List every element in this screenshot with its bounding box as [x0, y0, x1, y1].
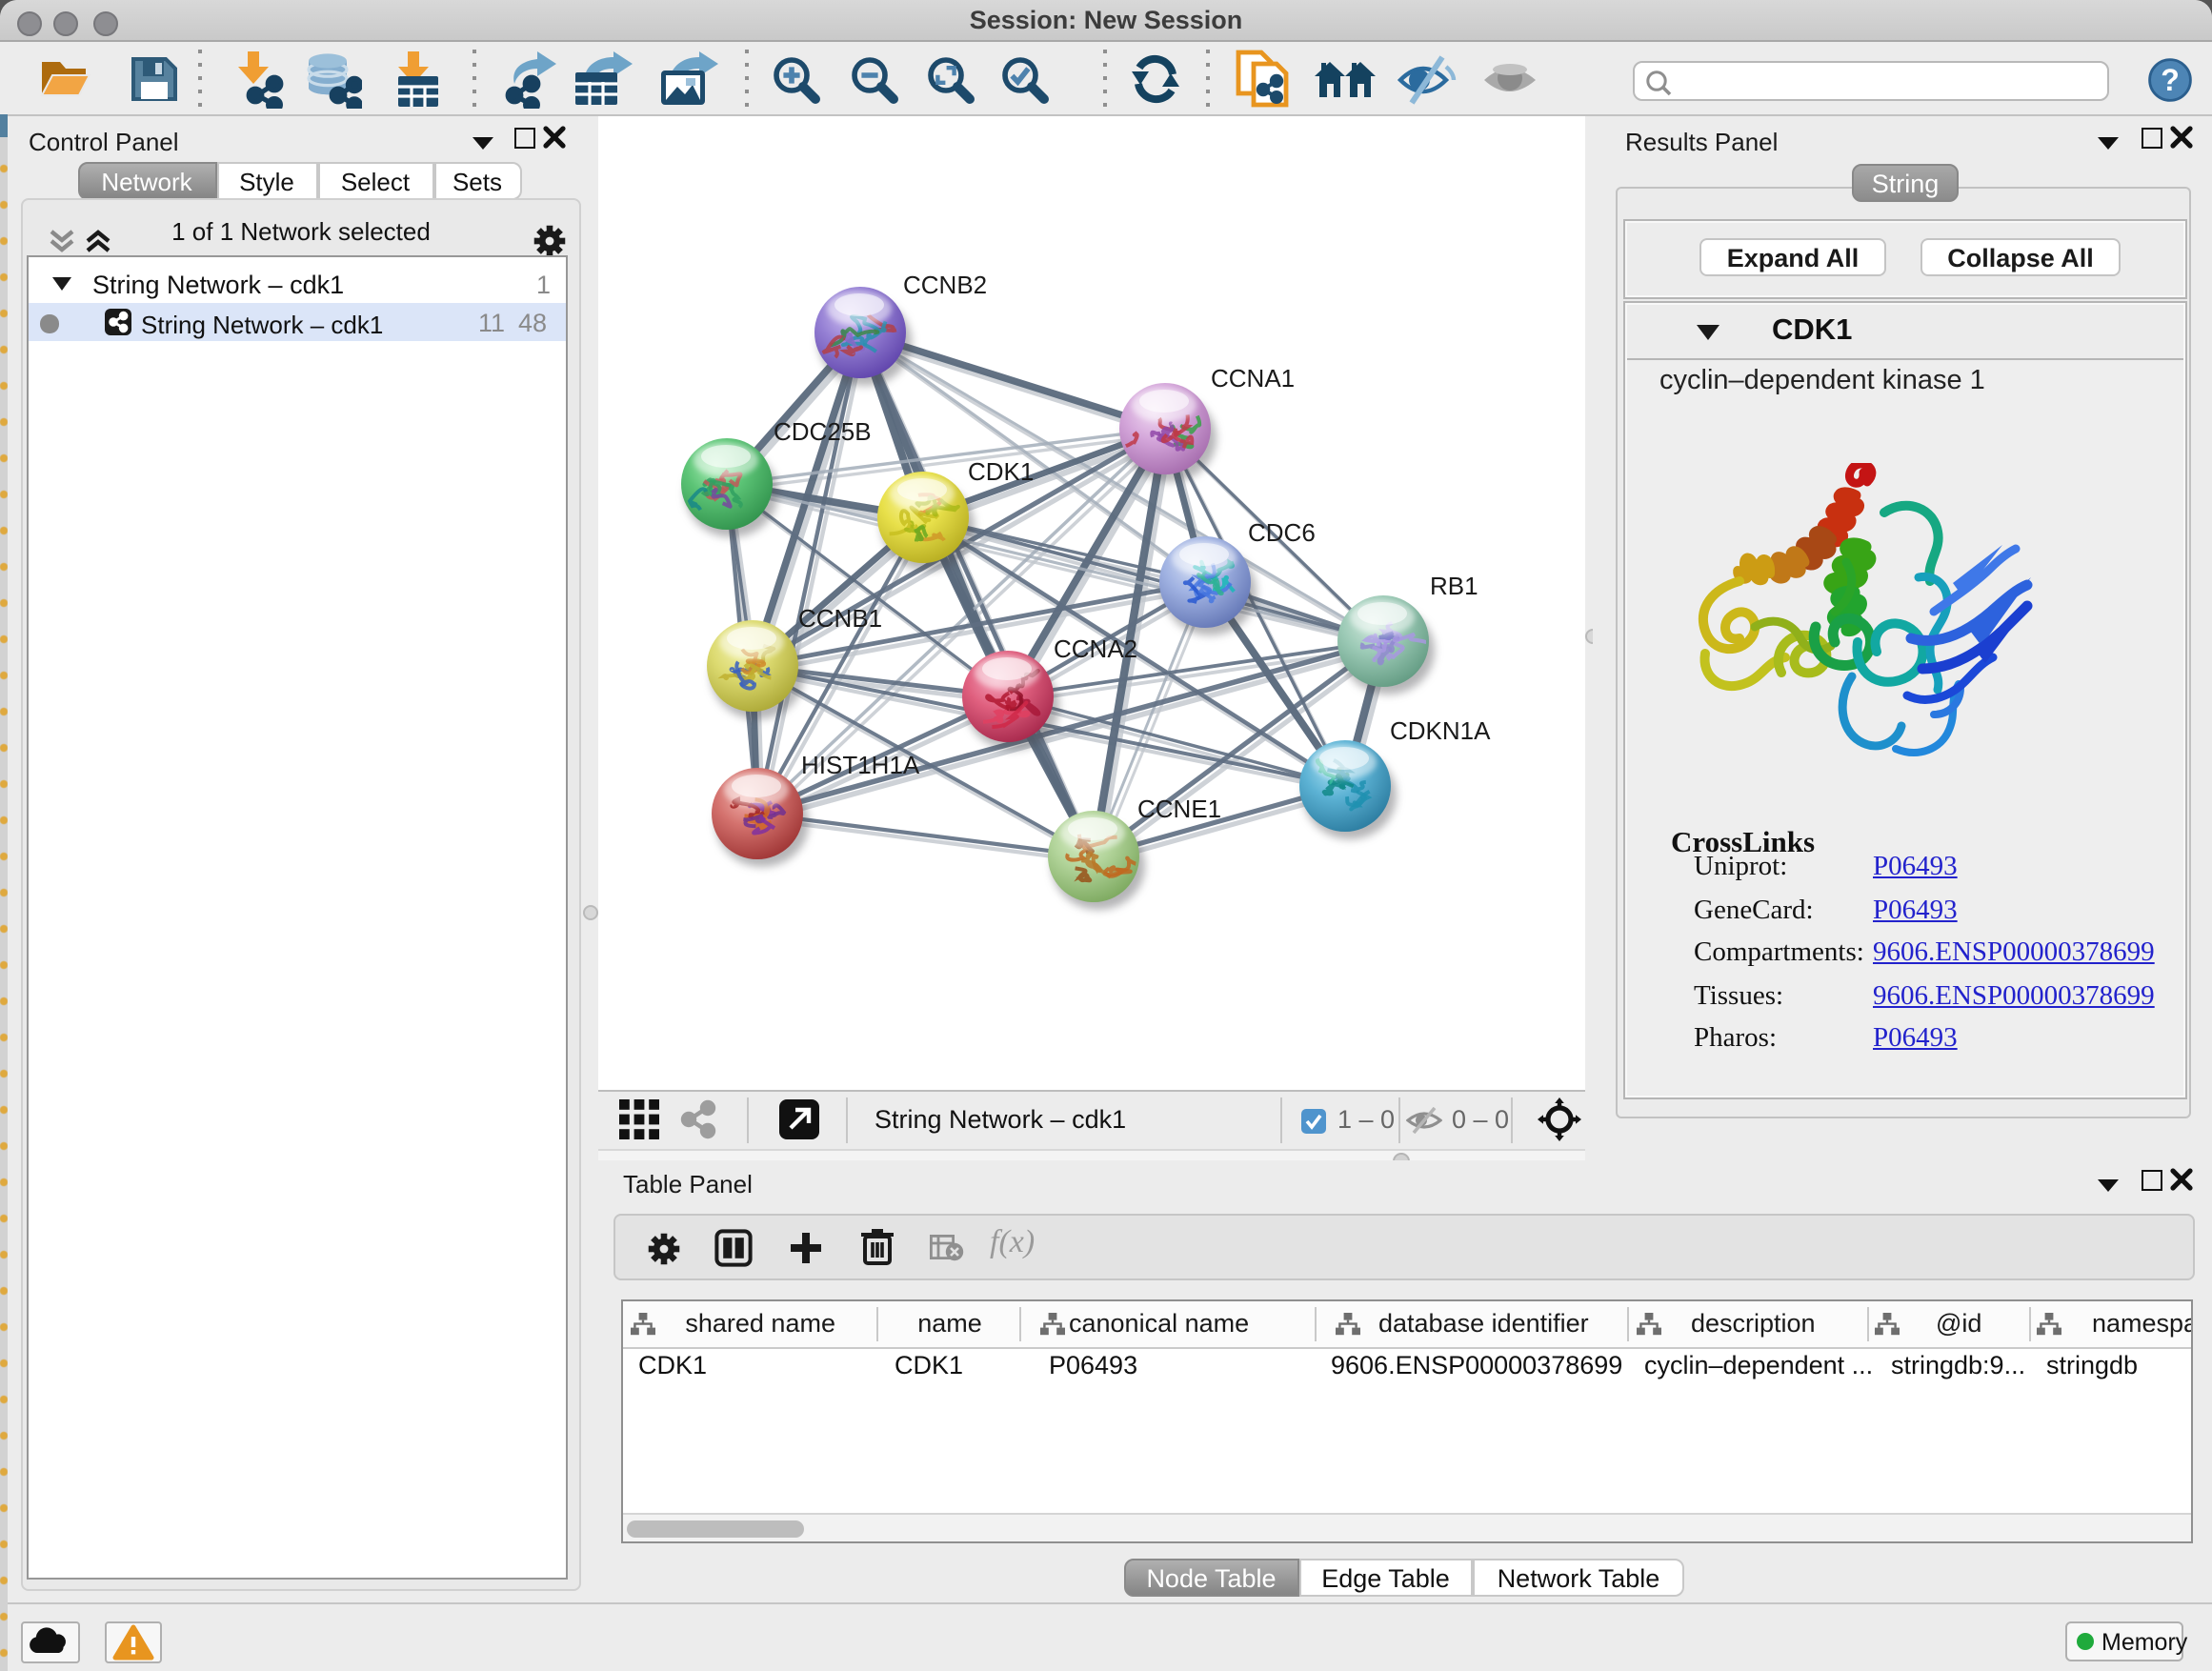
svg-text:CDKN1A: CDKN1A: [1390, 716, 1491, 745]
svg-text:CCNB2: CCNB2: [903, 271, 987, 299]
svg-text:RB1: RB1: [1430, 572, 1478, 600]
svg-text:?: ?: [2161, 63, 2180, 97]
svg-text:CCNA2: CCNA2: [1054, 634, 1137, 663]
svg-text:HIST1H1A: HIST1H1A: [801, 751, 920, 779]
svg-text:CCNE1: CCNE1: [1137, 795, 1221, 823]
svg-text:CCNA1: CCNA1: [1211, 364, 1295, 393]
svg-text:CDK1: CDK1: [968, 457, 1034, 486]
svg-text:CCNB1: CCNB1: [798, 604, 882, 633]
svg-text:CDC25B: CDC25B: [774, 417, 872, 446]
svg-text:CDC6: CDC6: [1248, 518, 1316, 547]
